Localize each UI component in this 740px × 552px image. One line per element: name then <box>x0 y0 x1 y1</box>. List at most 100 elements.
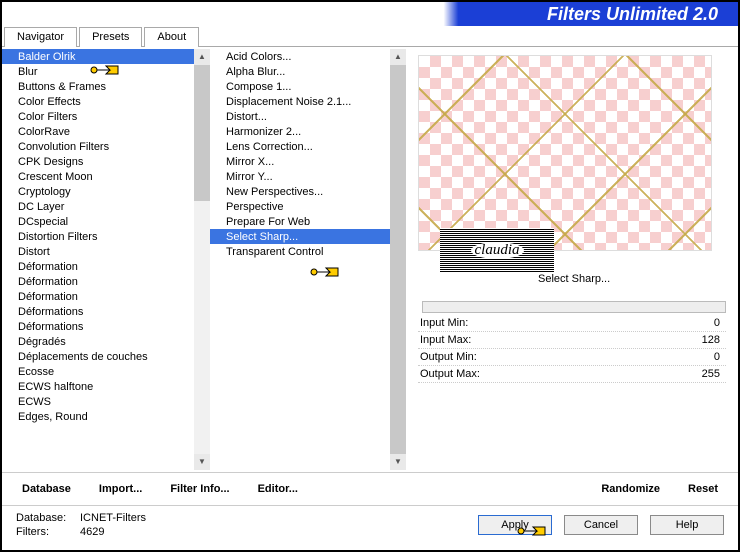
filter-info-button[interactable]: Filter Info... <box>170 483 229 495</box>
list-item[interactable]: ColorRave <box>2 124 194 139</box>
reset-button[interactable]: Reset <box>688 483 718 495</box>
filter-list[interactable]: Acid Colors...Alpha Blur...Compose 1...D… <box>210 49 390 470</box>
button-label: Cancel <box>584 519 618 531</box>
list-item[interactable]: Distort... <box>210 109 390 124</box>
watermark-text: claudia <box>471 242 524 259</box>
list-item[interactable]: Mirror Y... <box>210 169 390 184</box>
list-item[interactable]: Displacement Noise 2.1... <box>210 94 390 109</box>
list-item[interactable]: Cryptology <box>2 184 194 199</box>
button-label: Apply <box>501 519 529 531</box>
scroll-thumb[interactable] <box>390 65 406 454</box>
filter-pane: Acid Colors...Alpha Blur...Compose 1...D… <box>210 47 406 472</box>
footer-bar: Database: ICNET-Filters Filters: 4629 Appl… <box>2 506 738 544</box>
param-value: 0 <box>714 351 720 363</box>
list-item[interactable]: Alpha Blur... <box>210 64 390 79</box>
tab-label: Presets <box>92 31 129 43</box>
category-scrollbar[interactable]: ▲ ▼ <box>194 49 210 470</box>
scroll-down-icon[interactable]: ▼ <box>194 454 210 470</box>
param-label: Output Max: <box>420 368 480 380</box>
list-item[interactable]: Buttons & Frames <box>2 79 194 94</box>
scroll-track[interactable] <box>390 65 406 454</box>
watermark-stamp: claudia <box>440 228 554 272</box>
list-item[interactable]: Déformation <box>2 274 194 289</box>
param-label: Input Max: <box>420 334 471 346</box>
help-button[interactable]: Help <box>650 515 724 535</box>
list-item[interactable]: Prepare For Web <box>210 214 390 229</box>
list-item[interactable]: Ecosse <box>2 364 194 379</box>
list-item[interactable]: Acid Colors... <box>210 49 390 64</box>
list-item[interactable]: Dégradés <box>2 334 194 349</box>
param-value: 128 <box>702 334 720 346</box>
list-item[interactable]: Balder Olrik <box>2 49 194 64</box>
scroll-track[interactable] <box>194 65 210 454</box>
param-row[interactable]: Input Min: 0 <box>418 315 726 332</box>
list-item[interactable]: Blur <box>2 64 194 79</box>
param-row[interactable]: Output Max: 255 <box>418 366 726 383</box>
param-label: Input Min: <box>420 317 468 329</box>
list-item[interactable]: Déformations <box>2 304 194 319</box>
category-pane: Balder OlrikBlurButtons & FramesColor Ef… <box>2 47 210 472</box>
list-item[interactable]: Color Filters <box>2 109 194 124</box>
filters-count-label: Filters: <box>16 526 74 538</box>
db-value: ICNET-Filters <box>80 512 146 524</box>
cancel-button[interactable]: Cancel <box>564 515 638 535</box>
action-bar: Database Import... Filter Info... Editor… <box>2 472 738 506</box>
parameter-list: Input Min:0Input Max:128Output Min:0Outp… <box>418 315 726 383</box>
scroll-thumb[interactable] <box>194 65 210 201</box>
meta-info: Database: ICNET-Filters Filters: 4629 <box>16 512 146 538</box>
category-list[interactable]: Balder OlrikBlurButtons & FramesColor Ef… <box>2 49 194 470</box>
tab-label: Navigator <box>17 31 64 43</box>
tab-about[interactable]: About <box>144 27 199 47</box>
param-row[interactable]: Output Min: 0 <box>418 349 726 366</box>
list-item[interactable]: Lens Correction... <box>210 139 390 154</box>
param-value: 255 <box>702 368 720 380</box>
list-item[interactable]: Distort <box>2 244 194 259</box>
list-item[interactable]: Transparent Control <box>210 244 390 259</box>
list-item[interactable]: Color Effects <box>2 94 194 109</box>
list-item[interactable]: Compose 1... <box>210 79 390 94</box>
scroll-up-icon[interactable]: ▲ <box>390 49 406 65</box>
scroll-down-icon[interactable]: ▼ <box>390 454 406 470</box>
list-item[interactable]: ECWS <box>2 394 194 409</box>
editor-button[interactable]: Editor... <box>258 483 298 495</box>
param-value: 0 <box>714 317 720 329</box>
progress-bar <box>422 301 726 313</box>
tab-label: About <box>157 31 186 43</box>
list-item[interactable]: Convolution Filters <box>2 139 194 154</box>
list-item[interactable]: Déformation <box>2 289 194 304</box>
list-item[interactable]: Harmonizer 2... <box>210 124 390 139</box>
list-item[interactable]: Déplacements de couches <box>2 349 194 364</box>
preview-image <box>418 55 712 251</box>
tab-navigator[interactable]: Navigator <box>4 27 77 47</box>
tab-presets[interactable]: Presets <box>79 27 142 47</box>
preview-pattern <box>418 55 712 251</box>
apply-button[interactable]: Apply <box>478 515 552 535</box>
list-item[interactable]: Select Sharp... <box>210 229 390 244</box>
db-label: Database: <box>16 512 74 524</box>
filters-count-value: 4629 <box>80 526 104 538</box>
scroll-up-icon[interactable]: ▲ <box>194 49 210 65</box>
button-label: Help <box>676 519 699 531</box>
title-banner: Filters Unlimited 2.0 <box>2 2 738 26</box>
list-item[interactable]: Mirror X... <box>210 154 390 169</box>
selected-filter-title: Select Sharp... <box>538 273 610 285</box>
list-item[interactable]: Edges, Round <box>2 409 194 424</box>
list-item[interactable]: CPK Designs <box>2 154 194 169</box>
list-item[interactable]: ECWS halftone <box>2 379 194 394</box>
list-item[interactable]: DCspecial <box>2 214 194 229</box>
param-label: Output Min: <box>420 351 477 363</box>
list-item[interactable]: Crescent Moon <box>2 169 194 184</box>
list-item[interactable]: Perspective <box>210 199 390 214</box>
list-item[interactable]: New Perspectives... <box>210 184 390 199</box>
param-row[interactable]: Input Max: 128 <box>418 332 726 349</box>
tab-strip: Navigator Presets About <box>2 26 738 47</box>
list-item[interactable]: Distortion Filters <box>2 229 194 244</box>
list-item[interactable]: Déformation <box>2 259 194 274</box>
list-item[interactable]: Déformations <box>2 319 194 334</box>
import-button[interactable]: Import... <box>99 483 142 495</box>
randomize-button[interactable]: Randomize <box>601 483 660 495</box>
list-item[interactable]: DC Layer <box>2 199 194 214</box>
filter-scrollbar[interactable]: ▲ ▼ <box>390 49 406 470</box>
database-button[interactable]: Database <box>22 483 71 495</box>
app-title: Filters Unlimited 2.0 <box>547 4 718 25</box>
